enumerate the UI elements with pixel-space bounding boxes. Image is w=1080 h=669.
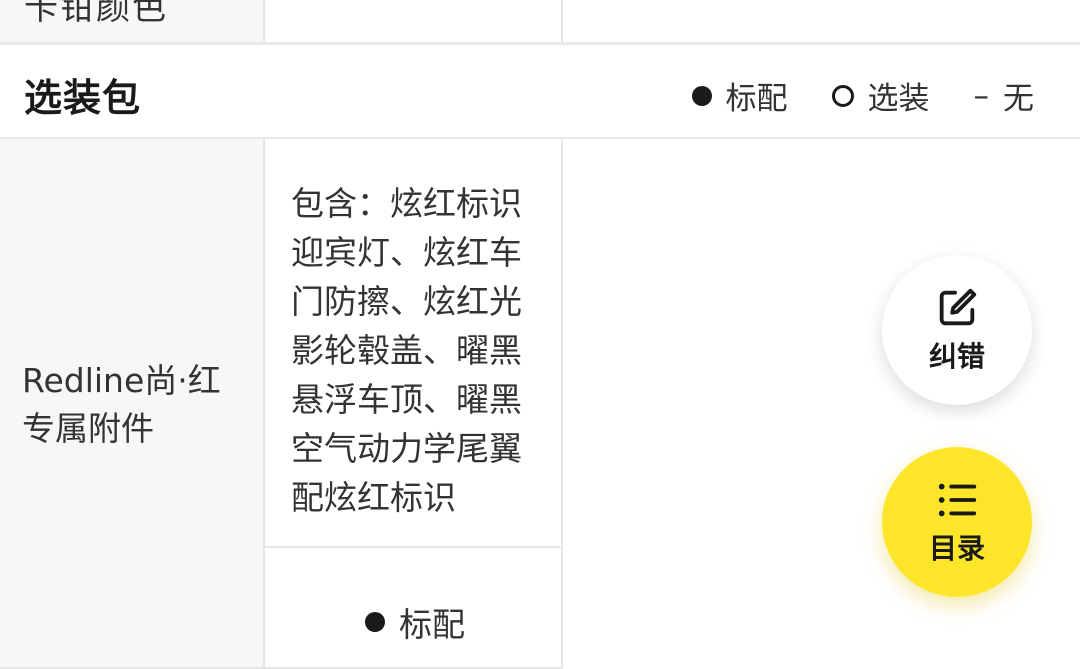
row-description: 包含：炫红标识迎宾灯、炫红车门防擦、炫红光影轮毂盖、曜黑悬浮车顶、曜黑空气动力学…: [291, 184, 522, 517]
row-description-cell: 包含：炫红标识迎宾灯、炫红车门防擦、炫红光影轮毂盖、曜黑悬浮车顶、曜黑空气动力学…: [265, 139, 563, 548]
table-of-contents-label: 目录: [928, 532, 985, 565]
feedback-label: 纠错: [928, 340, 985, 373]
previous-row-label-cell: 卡钳颜色: [0, 0, 265, 42]
row-value-cell: 标配: [265, 548, 563, 669]
legend-optional-label: 选装: [867, 81, 930, 117]
list-icon: [938, 483, 977, 517]
config-screen: 卡钳颜色 选装包 标配 选装 – 无 Redline尚·红专属附件 包含：炫红标…: [0, 0, 1080, 669]
legend-optional: 选装: [831, 73, 930, 118]
table-of-contents-button[interactable]: 目录: [882, 447, 1032, 597]
legend: 标配 选装 – 无: [691, 73, 1035, 118]
table-row: Redline尚·红专属附件 包含：炫红标识迎宾灯、炫红车门防擦、炫红光影轮毂盖…: [0, 139, 1080, 669]
section-header: 选装包 标配 选装 – 无: [0, 45, 1080, 139]
dash-icon: –: [973, 77, 990, 114]
feedback-button[interactable]: 纠错: [882, 255, 1032, 405]
row-label: Redline尚·红专属附件: [22, 361, 221, 448]
row-value-label: 标配: [399, 605, 465, 644]
hollow-dot-icon: [831, 84, 854, 107]
previous-row-label: 卡钳颜色: [24, 0, 168, 28]
legend-none-label: 无: [1003, 81, 1034, 117]
row-value: 标配: [365, 598, 465, 646]
legend-none: – 无: [974, 73, 1035, 118]
previous-row-value-cell: [265, 0, 563, 42]
row-label-cell: Redline尚·红专属附件: [0, 139, 265, 669]
edit-icon: [939, 288, 977, 326]
filled-dot-icon: [691, 85, 712, 106]
legend-standard-label: 标配: [725, 81, 788, 117]
previous-table-row: 卡钳颜色: [0, 0, 1080, 45]
legend-standard: 标配: [691, 73, 788, 118]
section-title: 选装包: [24, 76, 142, 120]
filled-dot-icon: [365, 612, 385, 632]
